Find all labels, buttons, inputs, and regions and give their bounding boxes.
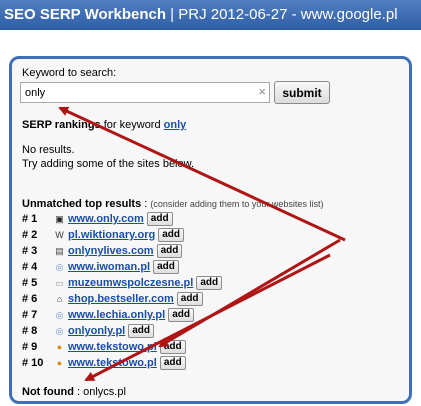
unmatched-result-row: # 8 ◎ onlyonly.pl add [22,323,155,339]
add-button[interactable]: add [146,212,173,226]
site-link[interactable]: onlyonly.pl [68,325,125,337]
rank-number: # 1 [22,213,38,225]
square-logo-icon: ▣ [55,213,64,224]
unmatched-heading-line: Unmatched top results : (consider adding… [22,198,323,210]
keyword-input[interactable] [21,83,259,102]
site-link[interactable]: muzeumwspolczesne.pl [68,277,193,289]
rank-number: # 7 [22,309,38,321]
title-separator: | [166,6,179,23]
unmatched-result-row: # 2 Wpl.wiktionary.org add [22,227,184,243]
rank-number: # 6 [22,293,38,305]
unmatched-result-row: # 5 ▭ muzeumwspolczesne.pl add [22,275,223,291]
serp-rankings-line: SERP rankings for keyword only [22,119,186,131]
add-button[interactable]: add [159,356,186,370]
rank-number: # 10 [22,357,44,369]
not-found-line: Not found : onlycs.pl [22,386,126,398]
unmatched-note: (consider adding them to your websites l… [150,199,324,209]
search-field: × [20,82,270,103]
site-link[interactable]: www.tekstowo.pl [68,357,157,369]
site-link[interactable]: shop.bestseller.com [68,293,174,305]
no-results-text: No results. [22,144,75,156]
app-name: SEO SERP Workbench [4,6,166,23]
keyword-link[interactable]: only [164,119,187,131]
rank-number: # 2 [22,229,38,241]
for-keyword-text: for keyword [103,119,161,131]
unmatched-result-row: # 10 ● www.tekstowo.pl add [22,355,186,371]
add-button[interactable]: add [168,308,194,322]
add-button[interactable]: add [196,276,223,290]
clear-icon[interactable]: × [258,84,266,99]
not-found-value: onlycs.pl [83,386,126,398]
news-icon: ▤ [55,245,64,256]
globe-icon: ◎ [55,309,64,320]
keyword-label: Keyword to search: [22,67,117,79]
add-button[interactable]: add [128,324,155,338]
unmatched-result-row: # 1 ▣ www.only.com add [22,211,173,227]
add-button[interactable]: add [176,292,203,306]
unmatched-result-row: # 6 ⌂ shop.bestseller.com add [22,291,203,307]
unmatched-colon: : [141,198,151,210]
main-panel: Keyword to search: × submit SERP ranking… [9,56,412,404]
orange-logo-icon: ● [56,341,63,352]
unmatched-result-row: # 9 ● www.tekstowo.pl add [22,339,186,355]
site-link[interactable]: www.tekstowo.pl [68,341,157,353]
submit-button[interactable]: submit [274,81,330,104]
not-found-colon: : [73,386,84,398]
site-link[interactable]: pl.wiktionary.org [68,229,155,241]
site-link[interactable]: www.iwoman.pl [68,261,150,273]
serp-heading: SERP rankings [22,119,101,131]
globe-icon: ◎ [55,325,64,336]
rank-number: # 4 [22,261,38,273]
add-button[interactable]: add [159,340,186,354]
unmatched-heading: Unmatched top results [22,198,142,210]
hint-text: Try adding some of the sites below. [22,158,195,170]
house-icon: ⌂ [56,293,63,304]
not-found-label: Not found [22,386,74,398]
unmatched-result-row: # 7 ◎ www.lechia.only.pl add [22,307,194,323]
rank-number: # 5 [22,277,38,289]
title-bar: SEO SERP Workbench | PRJ 2012-06-27 - ww… [0,0,421,30]
rank-number: # 3 [22,245,38,257]
rank-number: # 8 [22,325,38,337]
rank-number: # 9 [22,341,38,353]
blank-page-icon: ▭ [55,277,64,288]
globe-icon: ◎ [55,261,64,272]
project-name: PRJ 2012-06-27 - www.google.pl [178,6,398,23]
add-button[interactable]: add [158,228,184,242]
add-button[interactable]: add [153,260,179,274]
unmatched-result-row: # 3 ▤ onlynylives.com add [22,243,183,259]
wiktionary-icon: W [55,229,64,240]
site-link[interactable]: www.only.com [68,213,144,225]
site-link[interactable]: www.lechia.only.pl [68,309,165,321]
site-link[interactable]: onlynylives.com [68,245,154,257]
orange-logo-icon: ● [56,357,63,368]
add-button[interactable]: add [156,244,183,258]
unmatched-result-row: # 4 ◎ www.iwoman.pl add [22,259,179,275]
